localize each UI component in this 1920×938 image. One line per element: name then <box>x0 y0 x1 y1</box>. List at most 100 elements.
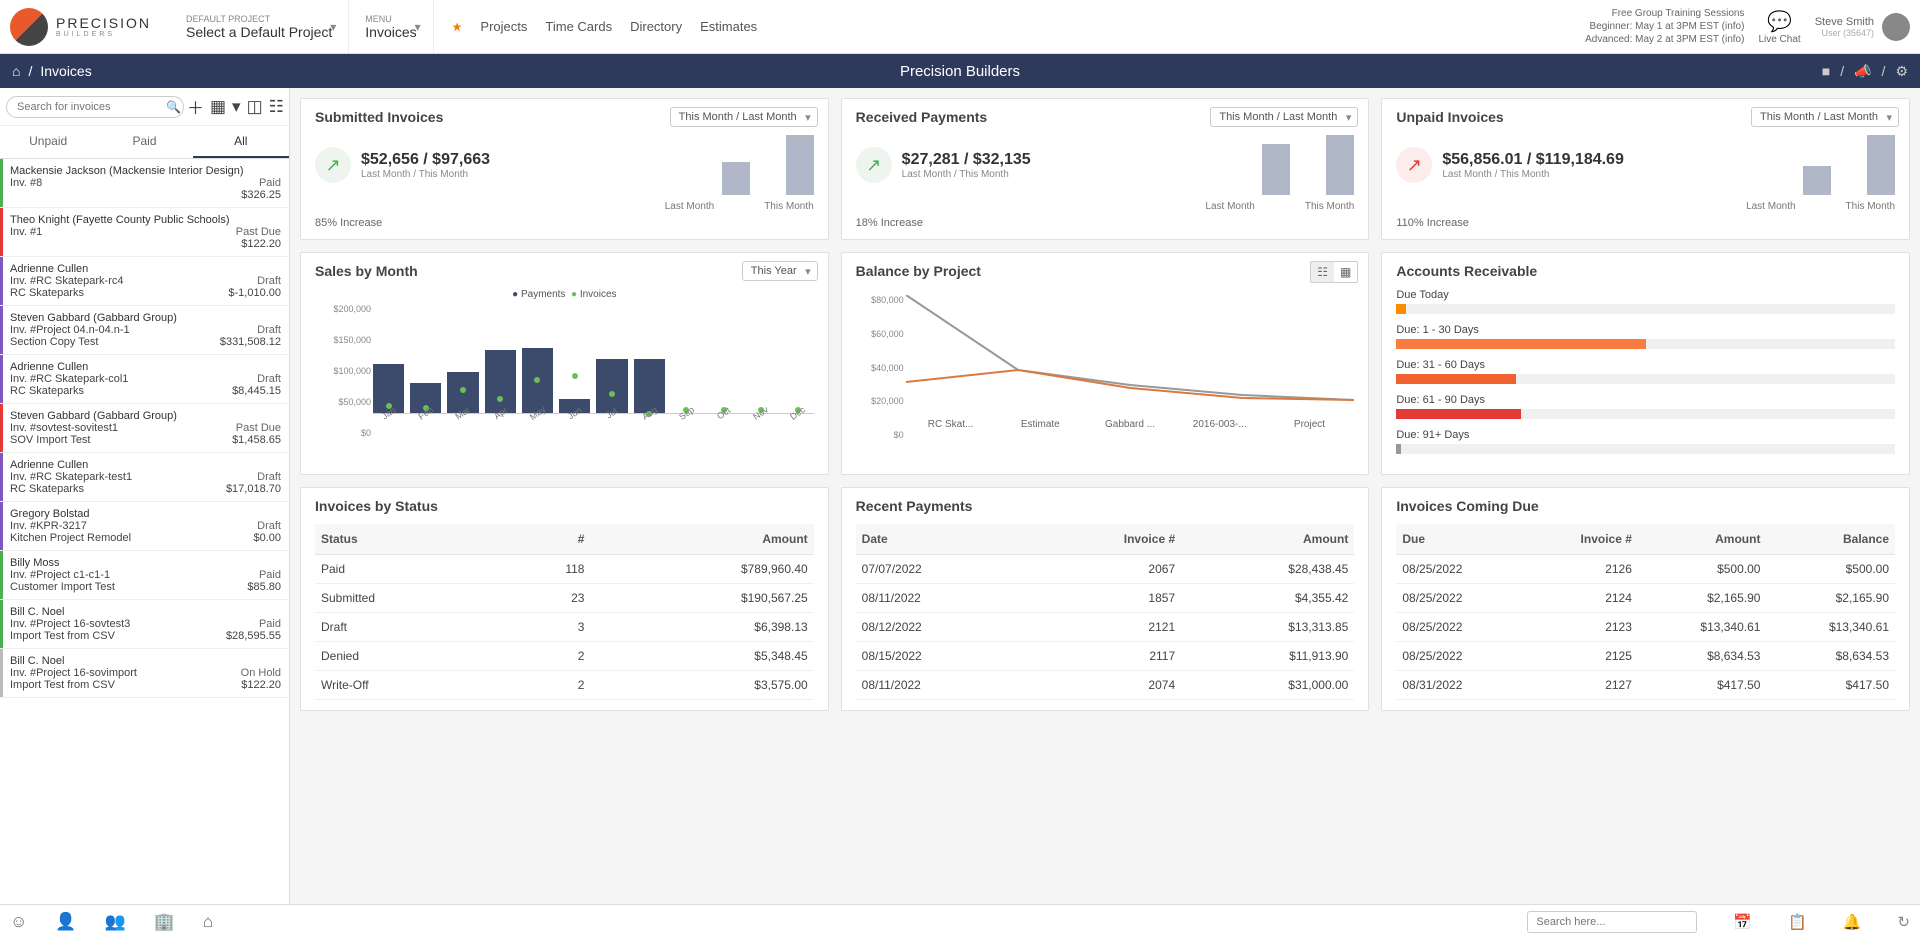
list-item[interactable]: Theo Knight (Fayette County Public Schoo… <box>0 208 289 257</box>
tab-paid[interactable]: Paid <box>96 126 192 158</box>
list-item[interactable]: Steven Gabbard (Gabbard Group) Inv. #sov… <box>0 404 289 453</box>
list-item[interactable]: Bill C. Noel Inv. #Project 16-sovimportO… <box>0 649 289 698</box>
table-row[interactable]: Submitted23$190,567.25 <box>315 584 814 613</box>
list-item[interactable]: Bill C. Noel Inv. #Project 16-sovtest3Pa… <box>0 600 289 649</box>
global-search-input[interactable] <box>1527 911 1697 933</box>
table-view-icon[interactable]: ▦ <box>1334 262 1357 282</box>
mini-bar-chart <box>1262 135 1354 195</box>
ar-row[interactable]: Due: 1 - 30 Days <box>1396 324 1895 349</box>
live-chat-button[interactable]: 💬 Live Chat <box>1758 9 1800 45</box>
invoice-tabs: Unpaid Paid All <box>0 126 289 159</box>
table-row[interactable]: Write-Off2$3,575.00 <box>315 671 814 700</box>
grid-icon[interactable]: ▦ <box>210 96 226 118</box>
ar-bar-bg <box>1396 339 1895 349</box>
default-project-selector[interactable]: DEFAULT PROJECT Select a Default Project… <box>170 0 349 53</box>
card-title: Invoices Coming Due <box>1396 498 1895 514</box>
ar-row[interactable]: Due: 91+ Days <box>1396 429 1895 454</box>
list-item[interactable]: Billy Moss Inv. #Project c1-c1-1Paid Cus… <box>0 551 289 600</box>
table-row[interactable]: 08/11/20221857$4,355.42 <box>856 584 1355 613</box>
list-item[interactable]: Adrienne Cullen Inv. #RC Skatepark-test1… <box>0 453 289 502</box>
td: 2121 <box>1029 613 1181 642</box>
year-dropdown[interactable]: This Year <box>742 261 818 281</box>
video-icon[interactable]: ■ <box>1822 63 1830 79</box>
refresh-icon[interactable]: ↻ <box>1897 913 1910 931</box>
inv-status: Draft <box>257 471 281 483</box>
card-invoices-by-status: Invoices by Status Status#AmountPaid118$… <box>300 487 829 711</box>
user-menu[interactable]: Steve Smith User (35647) <box>1815 13 1910 41</box>
table-row[interactable]: 08/25/20222125$8,634.53$8,634.53 <box>1396 642 1895 671</box>
add-icon[interactable]: ＋ <box>187 96 204 118</box>
sel-value: Invoices <box>365 24 416 40</box>
list-item[interactable]: Mackensie Jackson (Mackensie Interior De… <box>0 159 289 208</box>
nav-projects[interactable]: Projects <box>480 19 527 34</box>
columns-icon[interactable]: ◫ <box>247 96 263 118</box>
ar-row[interactable]: Due: 61 - 90 Days <box>1396 394 1895 419</box>
nav-timecards[interactable]: Time Cards <box>545 19 612 34</box>
ar-row[interactable]: Due: 31 - 60 Days <box>1396 359 1895 384</box>
menu-selector[interactable]: MENU Invoices ▾ <box>349 0 433 53</box>
card-title: Sales by Month <box>315 263 814 279</box>
td: 08/25/2022 <box>1396 584 1525 613</box>
table-row[interactable]: 08/25/20222123$13,340.61$13,340.61 <box>1396 613 1895 642</box>
table-row[interactable]: 08/12/20222121$13,313.85 <box>856 613 1355 642</box>
legend-payments: Payments <box>521 289 565 300</box>
list-item[interactable]: Gregory Bolstad Inv. #KPR-3217Draft Kitc… <box>0 502 289 551</box>
clipboard-icon[interactable]: 📋 <box>1788 913 1807 931</box>
tab-all[interactable]: All <box>193 126 289 158</box>
table-row[interactable]: 08/31/20222127$417.50$417.50 <box>1396 671 1895 700</box>
filter-icon[interactable]: ▾ <box>232 96 241 118</box>
inv-amount: $0.00 <box>253 532 281 544</box>
table-row[interactable]: Denied2$5,348.45 <box>315 642 814 671</box>
building-icon[interactable]: 🏢 <box>154 912 175 932</box>
period-dropdown[interactable]: This Month / Last Month <box>1210 107 1358 127</box>
logo[interactable]: PRECISION BUILDERS <box>10 8 170 46</box>
ar-row[interactable]: Due Today <box>1396 289 1895 314</box>
list-item[interactable]: Adrienne Cullen Inv. #RC Skatepark-col1D… <box>0 355 289 404</box>
home-icon[interactable]: ⌂ <box>12 63 20 79</box>
training-info[interactable]: Free Group Training Sessions Beginner: M… <box>1585 7 1744 46</box>
recent-table: DateInvoice #Amount07/07/20222067$28,438… <box>856 524 1355 700</box>
home-icon[interactable]: ⌂ <box>203 912 213 932</box>
ar-label: Due Today <box>1396 289 1895 301</box>
people-icon[interactable]: 👥 <box>105 912 126 932</box>
announce-icon[interactable]: 📣 <box>1854 63 1871 80</box>
period-dropdown[interactable]: This Month / Last Month <box>1751 107 1899 127</box>
td: Write-Off <box>315 671 502 700</box>
list-item[interactable]: Adrienne Cullen Inv. #RC Skatepark-rc4Dr… <box>0 257 289 306</box>
table-row[interactable]: 08/25/20222126$500.00$500.00 <box>1396 555 1895 584</box>
bell-icon[interactable]: 🔔 <box>1843 913 1862 931</box>
invoice-list[interactable]: Mackensie Jackson (Mackensie Interior De… <box>0 159 289 904</box>
td: $417.50 <box>1638 671 1767 700</box>
period-dropdown[interactable]: This Month / Last Month <box>670 107 818 127</box>
gear-icon[interactable]: ⚙ <box>1895 63 1908 80</box>
td: $500.00 <box>1766 555 1895 584</box>
inv-no: Inv. #Project 16-sovtest3 <box>10 618 130 630</box>
table-row[interactable]: 08/11/20222074$31,000.00 <box>856 671 1355 700</box>
inv-customer: Adrienne Cullen <box>10 459 281 471</box>
status-stripe <box>0 257 3 305</box>
td: $5,348.45 <box>590 642 813 671</box>
list-item[interactable]: Steven Gabbard (Gabbard Group) Inv. #Pro… <box>0 306 289 355</box>
search-input[interactable] <box>6 96 184 118</box>
table-row[interactable]: 08/15/20222117$11,913.90 <box>856 642 1355 671</box>
td: 08/31/2022 <box>1396 671 1525 700</box>
th: Status <box>315 524 502 555</box>
nav-directory[interactable]: Directory <box>630 19 682 34</box>
table-row[interactable]: Draft3$6,398.13 <box>315 613 814 642</box>
calendar-icon[interactable]: 📅 <box>1733 913 1752 931</box>
td: 3 <box>502 613 590 642</box>
inv-project: Section Copy Test <box>10 336 98 348</box>
chat-icon[interactable]: ☺ <box>10 912 27 932</box>
chart-icon[interactable]: ☷ <box>269 96 284 118</box>
td: 2117 <box>1029 642 1181 671</box>
person-icon[interactable]: 👤 <box>55 912 76 932</box>
view-toggle[interactable]: ☷ ▦ <box>1310 261 1358 283</box>
search-icon[interactable]: 🔍 <box>166 100 181 114</box>
nav-estimates[interactable]: Estimates <box>700 19 757 34</box>
bar-label: Last Month <box>1746 201 1795 229</box>
tab-unpaid[interactable]: Unpaid <box>0 126 96 158</box>
chart-view-icon[interactable]: ☷ <box>1311 262 1334 282</box>
table-row[interactable]: 08/25/20222124$2,165.90$2,165.90 <box>1396 584 1895 613</box>
table-row[interactable]: Paid118$789,960.40 <box>315 555 814 584</box>
table-row[interactable]: 07/07/20222067$28,438.45 <box>856 555 1355 584</box>
